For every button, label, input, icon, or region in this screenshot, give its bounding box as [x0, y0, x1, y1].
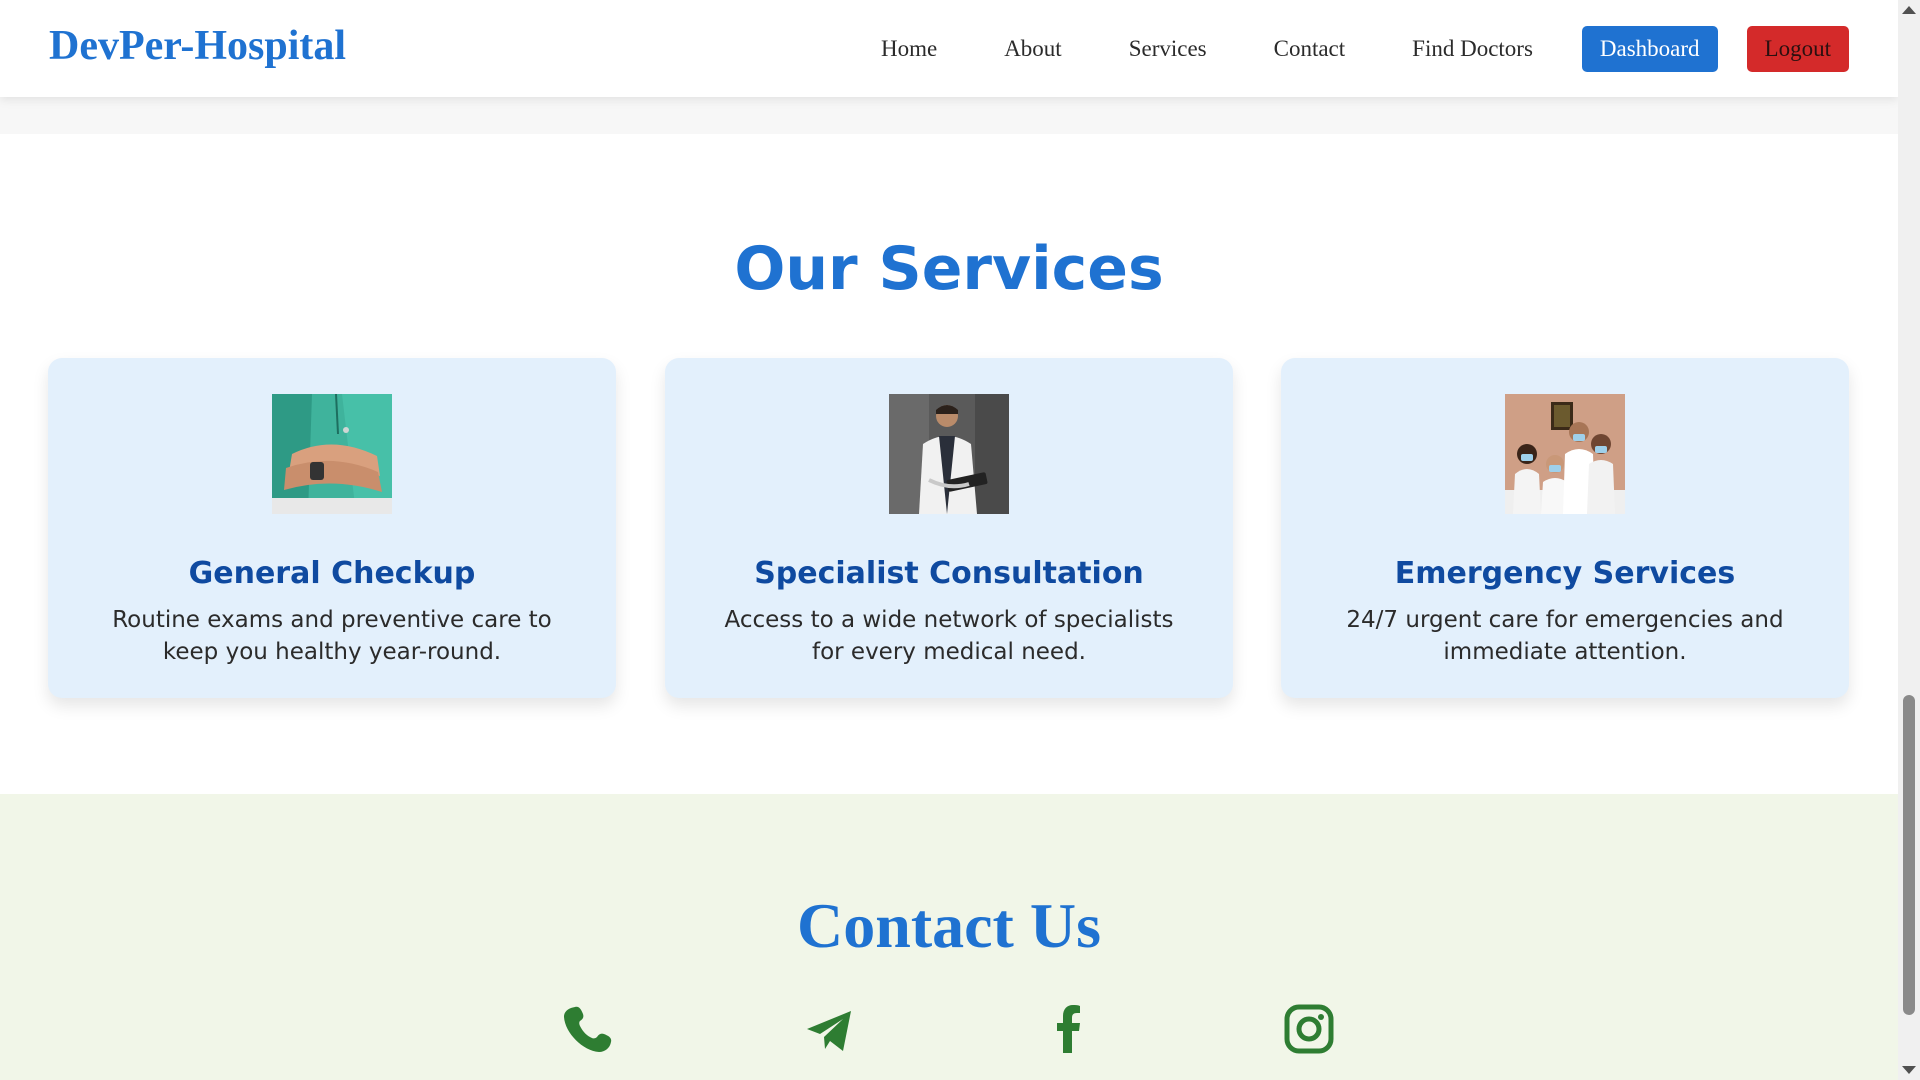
service-card-title: Specialist Consultation [754, 556, 1144, 591]
nav-links: Home About Services Contact Find Doctors… [881, 0, 1898, 97]
service-card-emergency-services[interactable]: Emergency Services 24/7 urgent care for … [1281, 358, 1849, 698]
service-card-description: Routine exams and preventive care to kee… [112, 607, 552, 665]
scrollbar-thumb[interactable] [1903, 695, 1915, 1015]
doctor-with-tablet-photo [889, 394, 1009, 514]
contact-section: Contact Us [0, 794, 1898, 1080]
service-card-specialist-consultation[interactable]: Specialist Consultation Access to a wide… [665, 358, 1233, 698]
phone-icon[interactable] [561, 1003, 613, 1055]
services-section: Our Services General Checkup Routine exa… [0, 134, 1898, 794]
nav-contact-link[interactable]: Contact [1274, 36, 1346, 62]
service-card-title: Emergency Services [1394, 556, 1736, 591]
service-card-description: Access to a wide network of specialists … [724, 607, 1174, 665]
telegram-icon[interactable] [803, 1005, 855, 1057]
doctor-arms-crossed-photo [272, 394, 392, 514]
service-card-description: 24/7 urgent care for emergencies and imm… [1346, 607, 1784, 665]
page: DevPer-Hospital Home About Services Cont… [0, 0, 1898, 1080]
nav-find-doctors-link[interactable]: Find Doctors [1412, 36, 1533, 62]
service-card-general-checkup[interactable]: General Checkup Routine exams and preven… [48, 358, 616, 698]
dashboard-button[interactable]: Dashboard [1581, 25, 1718, 72]
logout-button[interactable]: Logout [1746, 25, 1849, 72]
scroll-down-arrow-icon[interactable] [1902, 1066, 1916, 1074]
facebook-icon[interactable] [1043, 1003, 1095, 1055]
nav-services-link[interactable]: Services [1129, 36, 1207, 62]
navbar: DevPer-Hospital Home About Services Cont… [0, 0, 1898, 97]
instagram-icon[interactable] [1283, 1003, 1335, 1055]
brand-logo[interactable]: DevPer-Hospital [49, 22, 346, 70]
contact-title: Contact Us [797, 890, 1101, 961]
scroll-up-arrow-icon[interactable] [1902, 6, 1916, 14]
page-scrollbar[interactable] [1898, 0, 1920, 1080]
services-title: Our Services [734, 234, 1164, 304]
nav-home-link[interactable]: Home [881, 36, 937, 62]
nav-about-link[interactable]: About [1004, 36, 1062, 62]
hero-bottom-strip [0, 97, 1898, 134]
masked-medical-team-photo [1505, 394, 1625, 514]
service-card-title: General Checkup [188, 556, 476, 591]
